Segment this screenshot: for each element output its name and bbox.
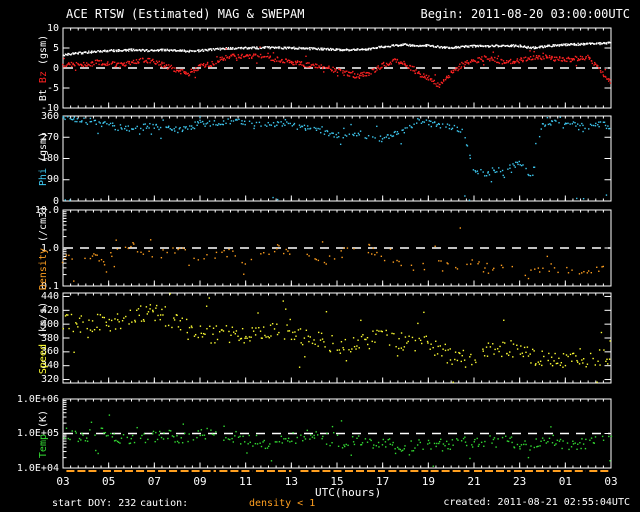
x-tick-label: 01 bbox=[558, 475, 572, 488]
temp-panel-y-axis-title: Temp (K) bbox=[37, 369, 51, 499]
phi-panel-frame bbox=[62, 115, 612, 202]
y-axis-title-part: Bz bbox=[38, 71, 49, 84]
y-axis-title-part: (/cm3) bbox=[38, 205, 49, 248]
y-axis-title-part: (K) bbox=[38, 409, 49, 434]
x-tick-label: 13 bbox=[284, 475, 298, 488]
caution-label: caution: bbox=[140, 498, 189, 509]
x-tick-label: 03 bbox=[56, 475, 70, 488]
y-axis-title-part: (gsm) bbox=[38, 131, 49, 168]
plot-canvas bbox=[61, 27, 613, 472]
x-tick-label: 11 bbox=[239, 475, 253, 488]
x-axis-title: UTC(hours) bbox=[315, 486, 382, 499]
created-timestamp: created: 2011-08-21 02:55:04UTC bbox=[443, 497, 630, 508]
x-tick-label: 07 bbox=[147, 475, 161, 488]
x-tick-label: 09 bbox=[193, 475, 207, 488]
x-tick-label: 05 bbox=[102, 475, 116, 488]
start-doy-label: start DOY: 232 bbox=[52, 498, 137, 509]
x-tick-label: 19 bbox=[421, 475, 435, 488]
y-axis-title-part: (gsm) bbox=[38, 34, 49, 72]
ace-rtsw-plot: ACE RTSW (Estimated) MAG & SWEPAM Begin:… bbox=[0, 0, 640, 512]
x-tick-label: 03 bbox=[604, 475, 618, 488]
y-axis-title-part: (km/s) bbox=[38, 301, 49, 345]
speed-panel-frame bbox=[62, 292, 612, 384]
caution-value: density < 1 bbox=[249, 498, 316, 509]
y-axis-title-part: Temp bbox=[38, 433, 49, 458]
x-tick-label: 23 bbox=[513, 475, 527, 488]
x-tick-label: 21 bbox=[467, 475, 481, 488]
